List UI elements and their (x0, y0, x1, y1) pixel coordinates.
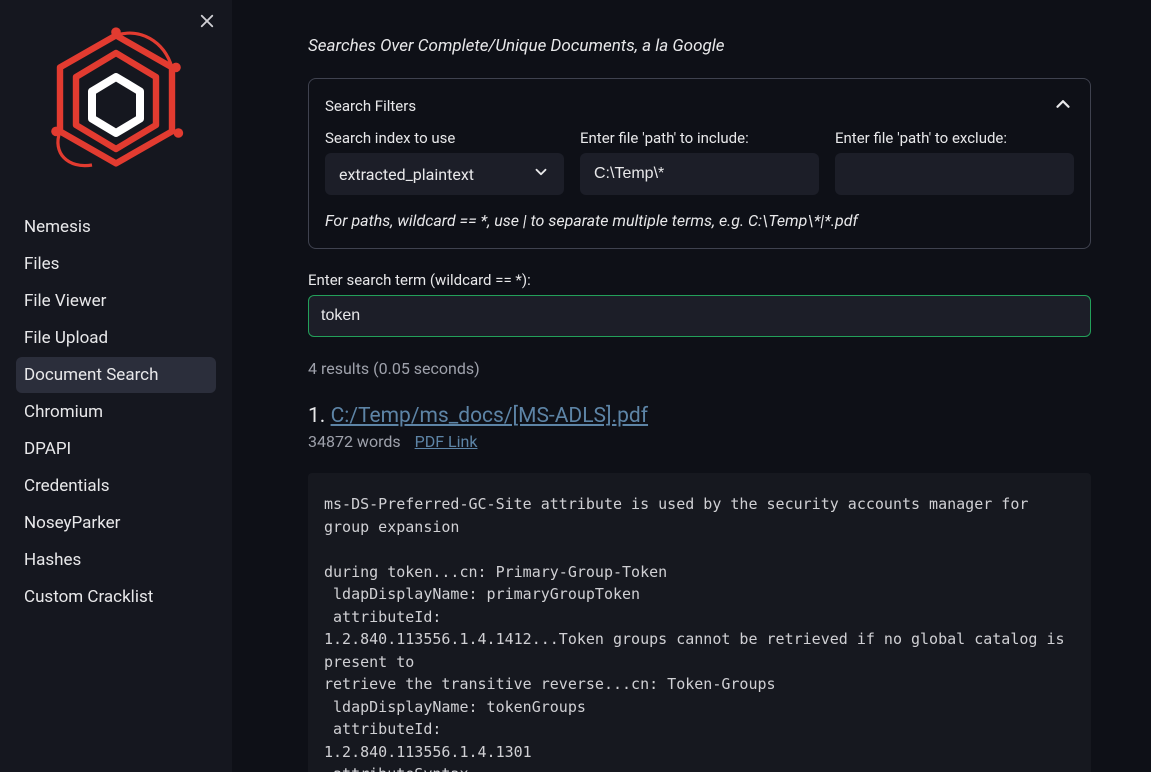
results-meta: 4 results (0.05 seconds) (308, 359, 1091, 378)
search-filters-panel: Search Filters Search index to use extra… (308, 78, 1091, 249)
sidebar-nav: NemesisFilesFile ViewerFile UploadDocume… (0, 209, 232, 615)
app-root: NemesisFilesFile ViewerFile UploadDocume… (0, 0, 1151, 772)
filters-hint: For paths, wildcard == *, use | to separ… (325, 211, 1074, 230)
index-label: Search index to use (325, 129, 564, 147)
sidebar-item-file-viewer[interactable]: File Viewer (16, 283, 216, 319)
sidebar-item-hashes[interactable]: Hashes (16, 542, 216, 578)
result-title-link[interactable]: C:/Temp/ms_docs/[MS-ADLS].pdf (331, 404, 648, 428)
result-index: 1. (308, 404, 325, 428)
pdf-link[interactable]: PDF Link (415, 432, 478, 451)
sidebar: NemesisFilesFile ViewerFile UploadDocume… (0, 0, 232, 772)
sidebar-item-chromium[interactable]: Chromium (16, 394, 216, 430)
app-logo (0, 8, 232, 208)
sidebar-item-credentials[interactable]: Credentials (16, 468, 216, 504)
search-result: 1. C:/Temp/ms_docs/[MS-ADLS].pdf 34872 w… (308, 404, 1091, 772)
sidebar-item-files[interactable]: Files (16, 246, 216, 282)
chevron-up-icon[interactable] (1052, 93, 1074, 119)
main-content[interactable]: Searches Over Complete/Unique Documents,… (232, 0, 1151, 772)
close-icon[interactable] (198, 12, 216, 34)
search-term-input[interactable] (319, 306, 1080, 326)
exclude-label: Enter file 'path' to exclude: (835, 129, 1074, 147)
page-subtitle: Searches Over Complete/Unique Documents,… (308, 36, 1091, 56)
chevron-down-icon (532, 163, 550, 185)
search-term-label: Enter search term (wildcard == *): (308, 271, 1091, 289)
exclude-path-input[interactable] (835, 153, 1074, 195)
filters-title: Search Filters (325, 97, 416, 115)
result-snippet: ms-DS-Preferred-GC-Site attribute is use… (308, 473, 1091, 772)
include-label: Enter file 'path' to include: (580, 129, 819, 147)
include-path-input[interactable] (580, 153, 819, 195)
search-term-input-wrapper[interactable] (308, 295, 1091, 337)
sidebar-item-dpapi[interactable]: DPAPI (16, 431, 216, 467)
sidebar-item-nemesis[interactable]: Nemesis (16, 209, 216, 245)
search-index-value: extracted_plaintext (339, 165, 474, 184)
result-word-count: 34872 words (308, 432, 401, 451)
sidebar-item-custom-cracklist[interactable]: Custom Cracklist (16, 579, 216, 615)
sidebar-item-file-upload[interactable]: File Upload (16, 320, 216, 356)
sidebar-item-document-search[interactable]: Document Search (16, 357, 216, 393)
search-index-select[interactable]: extracted_plaintext (325, 153, 564, 195)
sidebar-item-noseyparker[interactable]: NoseyParker (16, 505, 216, 541)
